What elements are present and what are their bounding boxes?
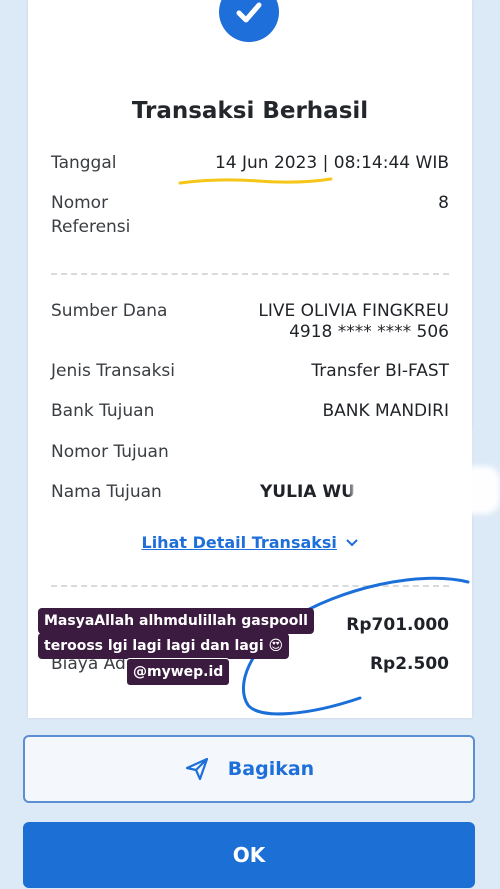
reference-value: 8 [438,193,449,213]
date-value: 14 Jun 2023 | 08:14:44 WIB [214,153,449,173]
send-icon [184,756,210,782]
destination-name-label: Nama Tujuan [51,482,162,502]
type-label: Jenis Transaksi [51,361,175,381]
censor-blob [300,420,470,472]
ok-label: OK [232,843,266,867]
ok-button[interactable]: OK [23,822,475,888]
source-account: 4918 **** **** 506 [289,322,449,342]
share-button[interactable]: Bagikan [23,735,475,803]
destination-number-label: Nomor Tujuan [51,442,169,462]
page-title: Transaksi Berhasil [131,98,369,124]
detail-link[interactable]: Lihat Detail Transaksi [0,533,500,552]
caption-line1: MasyaAllah alhmdulillah gaspooll [38,608,314,634]
detail-link-label: Lihat Detail Transaksi [141,533,337,552]
share-label: Bagikan [227,758,315,780]
caption-handle: @mywep.id [126,658,231,686]
check-icon [219,0,279,42]
bank-label: Bank Tujuan [51,401,155,421]
chevron-down-icon [346,533,359,552]
source-label: Sumber Dana [51,301,168,321]
type-value: Transfer BI-FAST [311,361,449,381]
divider [51,273,449,275]
highlight-underline [178,177,333,185]
caption-line2: terooss lgi lagi lagi dan lagi 😍 [38,633,290,659]
censor-blob [352,466,500,514]
destination-name-value: YULIA WU [260,482,355,502]
reference-label-line2: Referensi [51,217,131,237]
date-label: Tanggal [51,153,117,173]
reference-label-line1: Nomor [51,193,109,213]
